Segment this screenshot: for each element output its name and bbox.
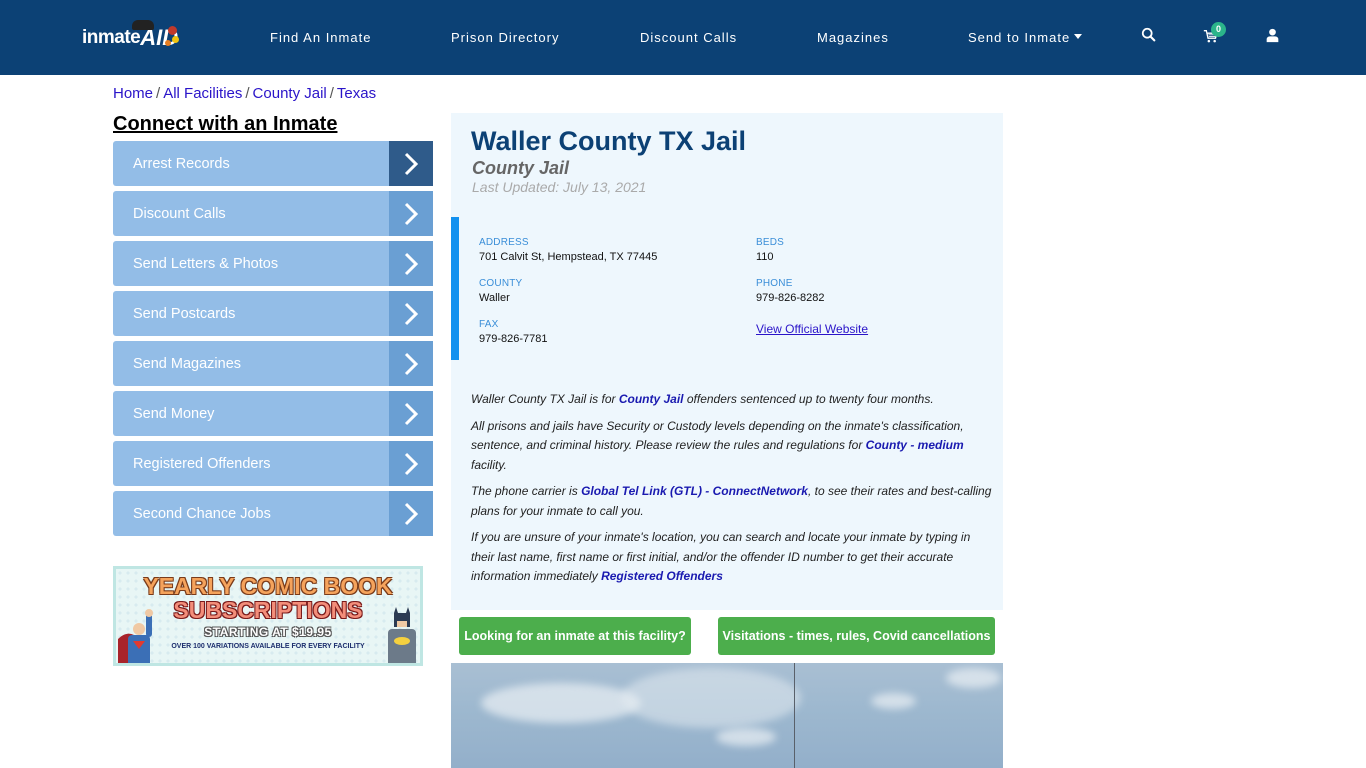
ad-headline: YEARLY COMIC BOOK bbox=[143, 573, 393, 599]
nav-prison-directory[interactable]: Prison Directory bbox=[451, 30, 559, 45]
leaf-icon bbox=[165, 40, 171, 46]
description-paragraph: All prisons and jails have Security or C… bbox=[471, 417, 996, 476]
chevron-right-icon bbox=[389, 441, 433, 486]
fax-value: 979-826-7781 bbox=[479, 333, 548, 345]
facility-title: Waller County TX Jail bbox=[471, 126, 747, 156]
phone-carrier-link[interactable]: Global Tel Link (GTL) - ConnectNetwork bbox=[581, 484, 808, 498]
cloud-shape bbox=[716, 728, 776, 746]
breadcrumb-texas[interactable]: Texas bbox=[337, 85, 376, 102]
registered-offenders-link[interactable]: Registered Offenders bbox=[601, 569, 723, 583]
sidebar-menu: Arrest Records Discount Calls Send Lette… bbox=[113, 141, 433, 541]
description-paragraph: The phone carrier is Global Tel Link (GT… bbox=[471, 482, 996, 521]
chevron-right-icon bbox=[389, 291, 433, 336]
address-field: ADDRESS 701 Calvit St, Hempstead, TX 774… bbox=[479, 237, 657, 263]
logo-text: inmate bbox=[82, 27, 141, 48]
description-text: Waller County TX Jail is for bbox=[471, 392, 619, 406]
sidebar-item-label: Send Letters & Photos bbox=[133, 255, 279, 272]
county-field: COUNTY Waller bbox=[479, 278, 522, 304]
pilgrim-hat-icon bbox=[132, 20, 154, 30]
breadcrumb-home[interactable]: Home bbox=[113, 85, 153, 102]
nav-send-to-inmate-label: Send to Inmate bbox=[968, 30, 1071, 45]
site-logo[interactable]: inmate AID bbox=[82, 20, 179, 54]
breadcrumb-separator: / bbox=[156, 85, 161, 102]
sidebar-item-arrest-records[interactable]: Arrest Records bbox=[113, 141, 433, 186]
ad-headline-2: SUBSCRIPTIONS bbox=[173, 597, 363, 623]
chevron-right-icon bbox=[389, 141, 433, 186]
description-paragraph: Waller County TX Jail is for County Jail… bbox=[471, 390, 996, 410]
beds-label: BEDS bbox=[756, 237, 785, 248]
sidebar-item-second-chance-jobs[interactable]: Second Chance Jobs bbox=[113, 491, 433, 536]
sidebar-title: Connect with an Inmate bbox=[113, 113, 338, 135]
description-text: The phone carrier is bbox=[471, 484, 582, 498]
sidebar-item-label: Second Chance Jobs bbox=[133, 505, 271, 522]
sidebar-item-label: Discount Calls bbox=[133, 205, 226, 222]
sidebar-item-send-postcards[interactable]: Send Postcards bbox=[113, 291, 433, 336]
phone-value: 979-826-8282 bbox=[756, 292, 825, 304]
fax-label: FAX bbox=[479, 319, 499, 330]
leaf-icon bbox=[172, 36, 179, 43]
facility-card: Waller County TX Jail County Jail Last U… bbox=[451, 113, 1003, 610]
user-icon[interactable] bbox=[1265, 27, 1283, 45]
breadcrumb-county-jail[interactable]: County Jail bbox=[253, 85, 327, 102]
cloud-shape bbox=[481, 683, 641, 723]
sidebar-item-label: Send Magazines bbox=[133, 355, 242, 372]
cloud-shape bbox=[871, 693, 916, 709]
site-header: inmate AID Find An Inmate Prison Directo… bbox=[0, 0, 1366, 75]
facility-description: Waller County TX Jail is for County Jail… bbox=[471, 390, 996, 594]
nav-find-an-inmate[interactable]: Find An Inmate bbox=[270, 30, 371, 45]
phone-label: PHONE bbox=[756, 278, 793, 289]
last-updated: Last Updated: July 13, 2021 bbox=[472, 179, 647, 195]
sidebar-item-send-magazines[interactable]: Send Magazines bbox=[113, 341, 433, 386]
caret-down-icon bbox=[1074, 34, 1083, 40]
leaf-icon bbox=[168, 26, 177, 35]
nav-send-to-inmate[interactable]: Send to Inmate bbox=[968, 30, 1083, 45]
breadcrumb-all-facilities[interactable]: All Facilities bbox=[163, 85, 242, 102]
ad-tagline: OVER 100 VARIATIONS AVAILABLE FOR EVERY … bbox=[171, 643, 365, 650]
security-level-link[interactable]: County - medium bbox=[866, 438, 964, 452]
address-value: 701 Calvit St, Hempstead, TX 77445 bbox=[479, 251, 658, 263]
chevron-right-icon bbox=[389, 391, 433, 436]
county-label: COUNTY bbox=[479, 278, 523, 289]
sidebar-item-send-letters-photos[interactable]: Send Letters & Photos bbox=[113, 241, 433, 286]
beds-field: BEDS 110 bbox=[756, 237, 784, 263]
breadcrumb-separator: / bbox=[329, 85, 334, 102]
sidebar-item-label: Send Postcards bbox=[133, 305, 236, 322]
description-text: facility. bbox=[471, 457, 507, 472]
sidebar-item-label: Registered Offenders bbox=[133, 455, 271, 472]
ad-price: STARTING AT $19.95 bbox=[204, 625, 332, 639]
county-jail-link[interactable]: County Jail bbox=[619, 392, 684, 406]
nav-magazines[interactable]: Magazines bbox=[817, 30, 889, 45]
chevron-right-icon bbox=[389, 191, 433, 236]
cart-count-badge: 0 bbox=[1211, 22, 1226, 37]
sidebar-item-label: Send Money bbox=[133, 405, 215, 422]
description-text: offenders sentenced up to twenty four mo… bbox=[683, 392, 934, 406]
chevron-right-icon bbox=[389, 341, 433, 386]
address-label: ADDRESS bbox=[479, 237, 529, 248]
antenna-pole bbox=[794, 663, 795, 768]
cloud-shape bbox=[946, 668, 1001, 688]
visitations-button[interactable]: Visitations - times, rules, Covid cancel… bbox=[718, 617, 995, 655]
breadcrumb: Home / All Facilities / County Jail / Texas bbox=[113, 85, 376, 102]
county-value: Waller bbox=[479, 292, 510, 304]
breadcrumb-separator: / bbox=[245, 85, 250, 102]
sidebar-item-registered-offenders[interactable]: Registered Offenders bbox=[113, 441, 433, 486]
facility-info-panel: ADDRESS 701 Calvit St, Hempstead, TX 774… bbox=[451, 217, 1003, 360]
description-paragraph: If you are unsure of your inmate's locat… bbox=[471, 528, 996, 587]
search-icon[interactable] bbox=[1141, 27, 1159, 45]
facility-photo bbox=[451, 663, 1003, 768]
official-website-link[interactable]: View Official Website bbox=[756, 322, 868, 336]
phone-field: PHONE 979-826-8282 bbox=[756, 278, 825, 304]
nav-discount-calls[interactable]: Discount Calls bbox=[640, 30, 737, 45]
sidebar-item-discount-calls[interactable]: Discount Calls bbox=[113, 191, 433, 236]
comic-subscription-ad-banner[interactable]: YEARLY COMIC BOOK SUBSCRIPTIONS STARTING… bbox=[113, 566, 423, 666]
chevron-right-icon bbox=[389, 491, 433, 536]
sidebar-item-send-money[interactable]: Send Money bbox=[113, 391, 433, 436]
sidebar-item-label: Arrest Records bbox=[133, 155, 230, 172]
fax-field: FAX 979-826-7781 bbox=[479, 319, 548, 345]
beds-value: 110 bbox=[756, 251, 774, 263]
cloud-shape bbox=[621, 668, 801, 728]
find-inmate-at-facility-button[interactable]: Looking for an inmate at this facility? bbox=[459, 617, 691, 655]
chevron-right-icon bbox=[389, 241, 433, 286]
facility-type: County Jail bbox=[472, 158, 570, 178]
